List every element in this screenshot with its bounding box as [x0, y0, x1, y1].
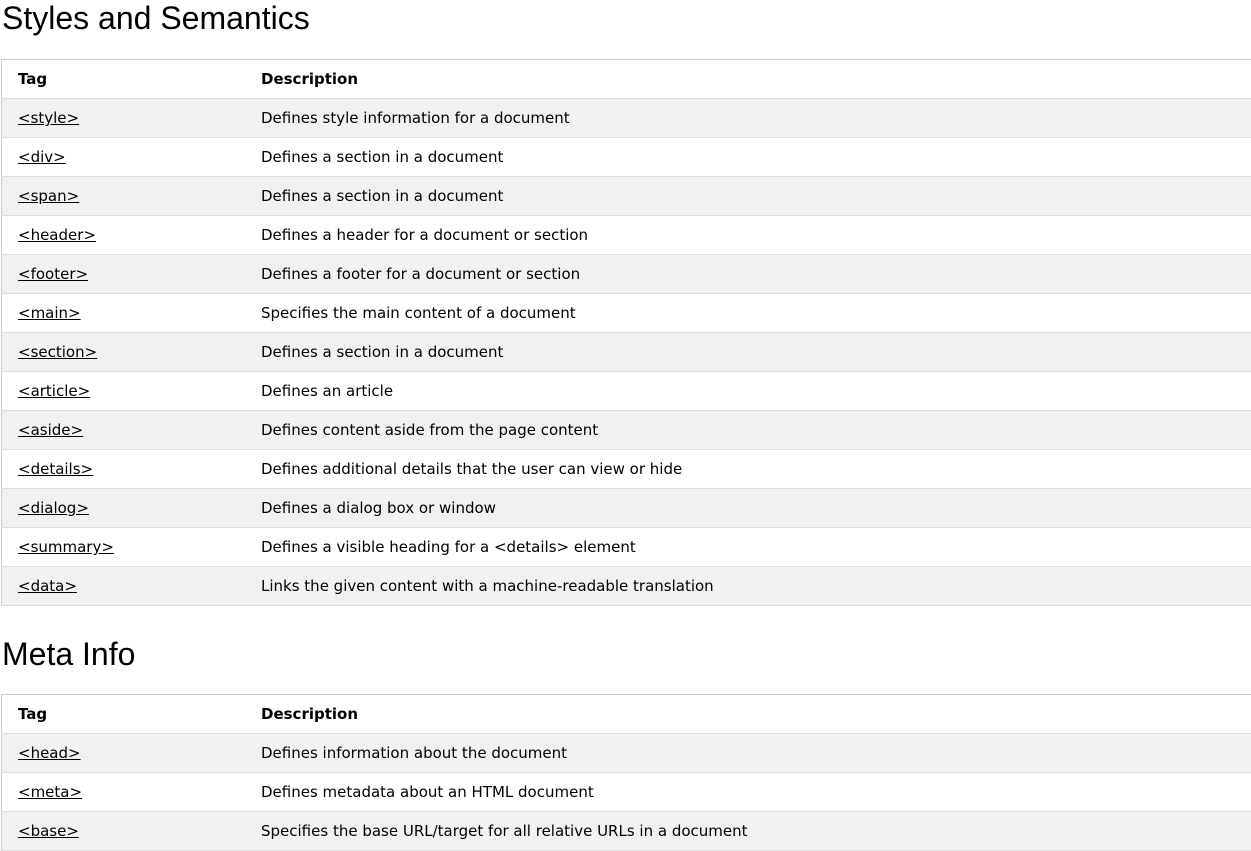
tag-link[interactable]: <data> — [18, 577, 77, 595]
column-header-description: Description — [261, 60, 1251, 99]
description-cell: Defines information about the document — [261, 734, 1251, 773]
tag-link[interactable]: <aside> — [18, 421, 83, 439]
tag-cell: <dialog> — [2, 489, 262, 528]
table-row: <span> Defines a section in a document — [2, 177, 1251, 216]
tag-cell: <header> — [2, 216, 262, 255]
description-cell: Defines additional details that the user… — [261, 450, 1251, 489]
tag-link[interactable]: <article> — [18, 382, 90, 400]
description-cell: Links the given content with a machine-r… — [261, 567, 1251, 606]
table-row: <data> Links the given content with a mac… — [2, 567, 1251, 606]
table-row: <section> Defines a section in a document — [2, 333, 1251, 372]
table-header-row: Tag Description — [2, 695, 1251, 734]
tag-link[interactable]: <style> — [18, 109, 79, 127]
table-row: <base> Specifies the base URL/target for … — [2, 812, 1251, 851]
tag-cell: <summary> — [2, 528, 262, 567]
description-cell: Defines content aside from the page cont… — [261, 411, 1251, 450]
table-row: <style> Defines style information for a d… — [2, 99, 1251, 138]
tag-cell: <section> — [2, 333, 262, 372]
tag-cell: <article> — [2, 372, 262, 411]
description-cell: Specifies the main content of a document — [261, 294, 1251, 333]
description-cell: Defines a header for a document or secti… — [261, 216, 1251, 255]
table-row: <dialog> Defines a dialog box or window — [2, 489, 1251, 528]
description-cell: Specifies the base URL/target for all re… — [261, 812, 1251, 851]
tag-reference-table-styles: Tag Description <style> Defines style inf… — [1, 59, 1251, 606]
tag-reference-table-meta: Tag Description <head> Defines informatio… — [1, 694, 1251, 851]
section-title-styles-semantics: Styles and Semantics — [0, 0, 1251, 36]
description-cell: Defines an article — [261, 372, 1251, 411]
section-title-meta-info: Meta Info — [0, 636, 1251, 672]
tag-link[interactable]: <footer> — [18, 265, 88, 283]
column-header-tag: Tag — [2, 60, 262, 99]
tag-link[interactable]: <span> — [18, 187, 79, 205]
table-row: <article> Defines an article — [2, 372, 1251, 411]
description-cell: Defines a section in a document — [261, 333, 1251, 372]
description-cell: Defines a footer for a document or secti… — [261, 255, 1251, 294]
tag-cell: <aside> — [2, 411, 262, 450]
tag-cell: <base> — [2, 812, 262, 851]
tag-link[interactable]: <header> — [18, 226, 96, 244]
table-row: <aside> Defines content aside from the pa… — [2, 411, 1251, 450]
tag-cell: <details> — [2, 450, 262, 489]
table-row: <summary> Defines a visible heading for a… — [2, 528, 1251, 567]
table-header-row: Tag Description — [2, 60, 1251, 99]
column-header-description: Description — [261, 695, 1251, 734]
tag-cell: <data> — [2, 567, 262, 606]
table-row: <head> Defines information about the docu… — [2, 734, 1251, 773]
table-row: <header> Defines a header for a document … — [2, 216, 1251, 255]
column-header-tag: Tag — [2, 695, 262, 734]
table-row: <div> Defines a section in a document — [2, 138, 1251, 177]
tag-cell: <head> — [2, 734, 262, 773]
tag-cell: <meta> — [2, 773, 262, 812]
description-cell: Defines a section in a document — [261, 177, 1251, 216]
description-cell: Defines a visible heading for a <details… — [261, 528, 1251, 567]
tag-cell: <span> — [2, 177, 262, 216]
tag-link[interactable]: <main> — [18, 304, 81, 322]
tag-cell: <div> — [2, 138, 262, 177]
tag-link[interactable]: <dialog> — [18, 499, 89, 517]
tag-link[interactable]: <section> — [18, 343, 97, 361]
tag-link[interactable]: <meta> — [18, 783, 82, 801]
description-cell: Defines metadata about an HTML document — [261, 773, 1251, 812]
tag-link[interactable]: <summary> — [18, 538, 114, 556]
table-row: <main> Specifies the main content of a do… — [2, 294, 1251, 333]
description-cell: Defines a section in a document — [261, 138, 1251, 177]
table-row: <footer> Defines a footer for a document … — [2, 255, 1251, 294]
tag-cell: <footer> — [2, 255, 262, 294]
description-cell: Defines style information for a document — [261, 99, 1251, 138]
tag-link[interactable]: <details> — [18, 460, 93, 478]
table-row: <meta> Defines metadata about an HTML doc… — [2, 773, 1251, 812]
description-cell: Defines a dialog box or window — [261, 489, 1251, 528]
tag-link[interactable]: <base> — [18, 822, 79, 840]
tag-link[interactable]: <div> — [18, 148, 66, 166]
tag-link[interactable]: <head> — [18, 744, 81, 762]
table-row: <details> Defines additional details that… — [2, 450, 1251, 489]
tag-cell: <main> — [2, 294, 262, 333]
tag-cell: <style> — [2, 99, 262, 138]
